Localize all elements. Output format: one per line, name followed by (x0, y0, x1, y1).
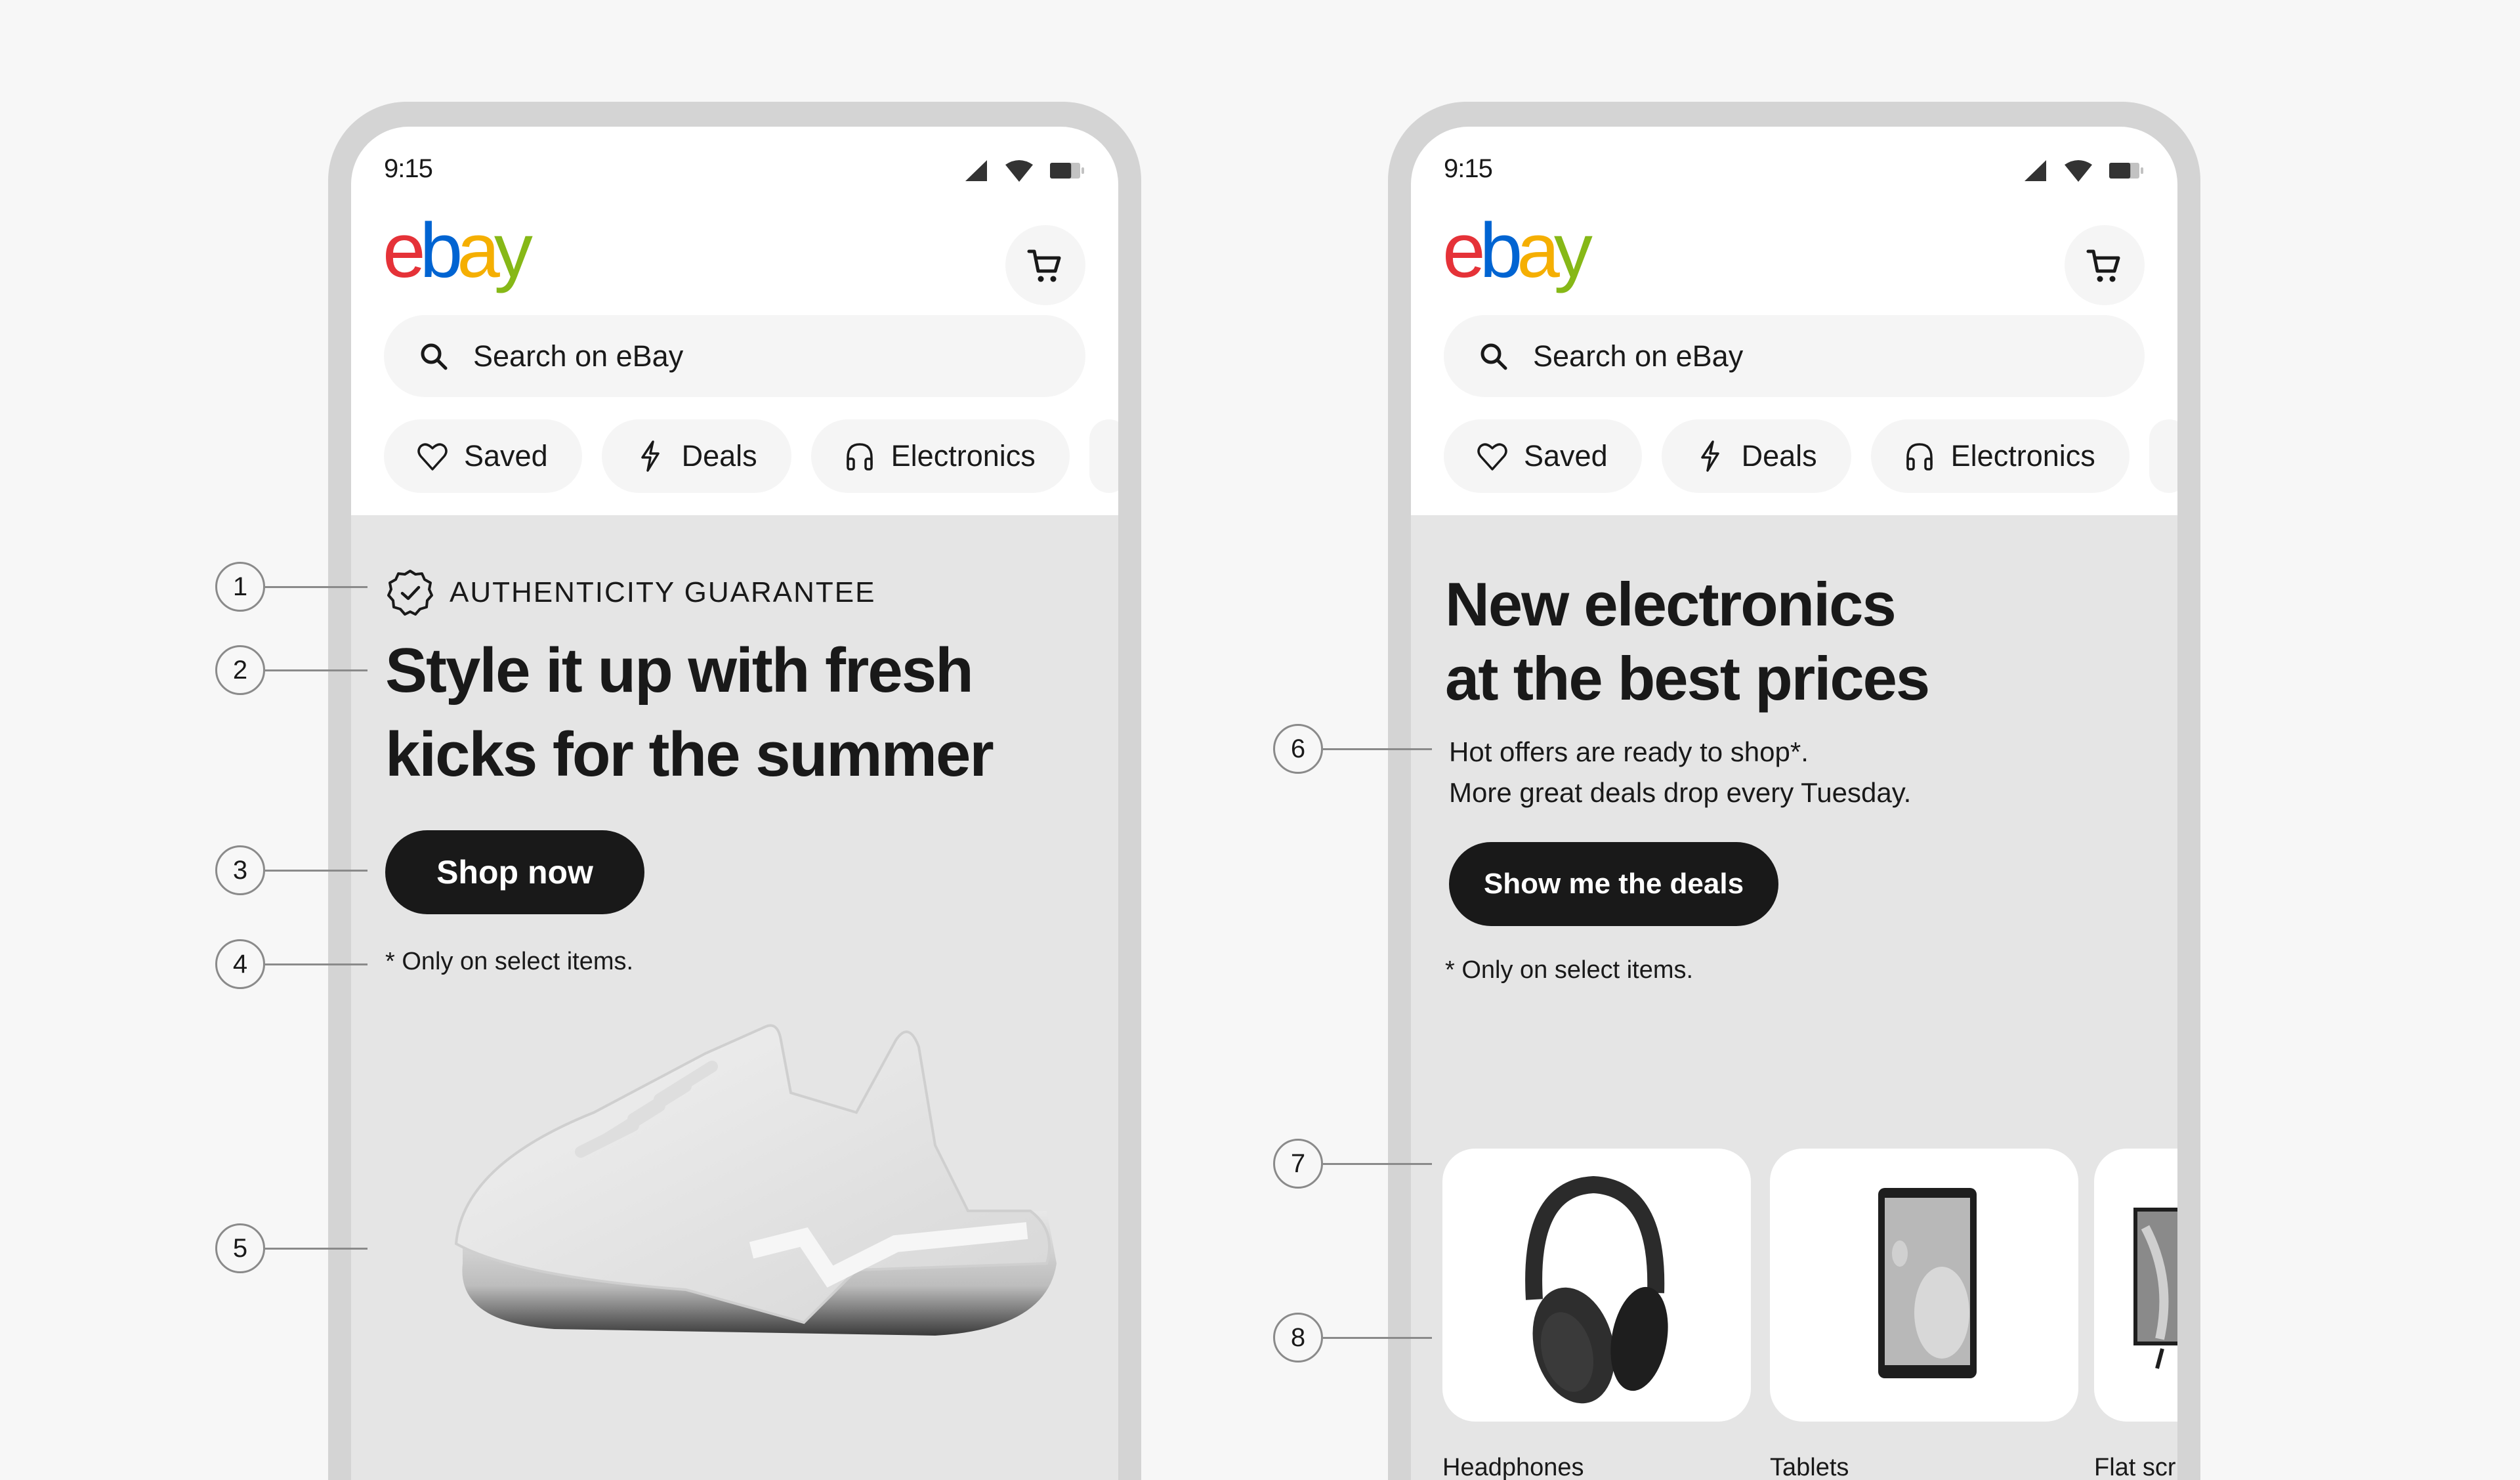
ebay-logo[interactable]: ebay (383, 207, 533, 294)
logo-letter-b: b (1479, 207, 1523, 294)
chip-saved[interactable]: Saved (1444, 419, 1642, 493)
callout-leader-3 (265, 870, 368, 872)
footnote: * Only on select items. (385, 948, 634, 975)
chip-label: Electronics (891, 439, 1036, 473)
chip-label: Electronics (1950, 439, 2095, 473)
hero-heading-line2: kicks for the summer (385, 719, 994, 790)
logo-letter-e: e (1442, 207, 1486, 294)
logo-letter-b: b (419, 207, 463, 294)
wifi-icon (1005, 160, 1033, 182)
callout-marker-1: 1 (215, 562, 265, 612)
callout-marker-2: 2 (215, 645, 265, 695)
search-placeholder: Search on eBay (1533, 339, 1744, 373)
chip-deals[interactable]: Deals (1661, 419, 1851, 493)
tablet-image (1878, 1188, 1977, 1378)
callout-leader-7 (1323, 1163, 1432, 1165)
logo-letter-y: y (1553, 207, 1593, 294)
logo-letter-a: a (457, 207, 500, 294)
product-tile-tablets[interactable] (1770, 1149, 2078, 1422)
cellular-signal-icon (2025, 160, 2046, 181)
app-header: 9:15 ebay Search on eBay Saved Deals Ele… (351, 127, 1118, 515)
hero-heading-line1: New electronics (1445, 570, 1897, 639)
logo-letter-e: e (383, 207, 426, 294)
callout-marker-4: 4 (215, 939, 265, 989)
chip-label: Saved (464, 439, 548, 473)
chip-more[interactable] (1089, 419, 1118, 493)
cart-icon (2086, 249, 2120, 282)
phone-frame-left: 9:15 ebay Search on eBay Saved Deals Ele… (328, 102, 1141, 1480)
hero-banner-sneakers: AUTHENTICITY GUARANTEE Style it up with … (351, 515, 1118, 1480)
hero-subtext-line1: Hot offers are ready to shop*. (1449, 736, 1809, 767)
status-time: 9:15 (1444, 154, 1493, 183)
battery-icon (1050, 163, 1084, 179)
chip-row: Saved Deals Electronics (1444, 419, 2177, 493)
chip-electronics[interactable]: Electronics (810, 419, 1070, 493)
callout-leader-1 (265, 586, 368, 588)
status-time: 9:15 (384, 154, 433, 183)
product-tile-flat-screen[interactable] (2094, 1149, 2177, 1422)
cart-button[interactable] (1005, 225, 1085, 305)
heart-icon (417, 443, 448, 471)
lightning-icon (1700, 440, 1719, 472)
status-icons (2023, 158, 2145, 183)
chip-row: Saved Deals Electronics (384, 419, 1118, 493)
wifi-icon (2065, 160, 2092, 182)
phone-screen-left: 9:15 ebay Search on eBay Saved Deals Ele… (351, 127, 1118, 1480)
search-icon (421, 343, 448, 370)
white-sneaker-image[interactable] (436, 1014, 1080, 1342)
shop-now-button[interactable]: Shop now (385, 830, 644, 914)
authenticity-eyebrow: AUTHENTICITY GUARANTEE (385, 568, 875, 618)
battery-icon (2109, 163, 2143, 179)
logo-letter-y: y (494, 207, 533, 294)
callout-leader-8 (1323, 1337, 1432, 1339)
cart-icon (1027, 249, 1061, 282)
phone-screen-right: 9:15 ebay Search on eBay Saved Deals Ele… (1411, 127, 2177, 1480)
callout-marker-7: 7 (1273, 1139, 1323, 1189)
footnote: * Only on select items. (1445, 956, 1694, 984)
chip-deals[interactable]: Deals (601, 419, 791, 493)
callout-leader-4 (265, 963, 368, 965)
hero-subtext-line2: More great deals drop every Tuesday. (1449, 777, 1912, 808)
callout-marker-3: 3 (215, 845, 265, 895)
logo-letter-a: a (1517, 207, 1560, 294)
callout-leader-6 (1323, 748, 1432, 750)
callout-marker-8: 8 (1273, 1313, 1323, 1363)
headphones-icon (1906, 443, 1933, 471)
cellular-signal-icon (965, 160, 987, 181)
tile-label-flat-screen[interactable]: Flat scr (2094, 1454, 2176, 1480)
heart-icon (1477, 443, 1507, 471)
product-tile-headphones[interactable] (1442, 1149, 1751, 1422)
hero-banner-electronics: New electronics at the best prices Hot o… (1411, 515, 2177, 1480)
app-header: 9:15 ebay Search on eBay Saved Deals Ele… (1411, 127, 2177, 515)
eyebrow-text: AUTHENTICITY GUARANTEE (450, 576, 876, 608)
tile-label-tablets[interactable]: Tablets (1770, 1454, 1849, 1480)
callout-leader-5 (265, 1248, 368, 1250)
tile-label-headphones[interactable]: Headphones (1442, 1454, 1584, 1480)
callout-marker-5: 5 (215, 1223, 265, 1273)
chip-more[interactable] (2149, 419, 2177, 493)
callout-marker-6: 6 (1273, 724, 1323, 774)
chip-saved[interactable]: Saved (384, 419, 582, 493)
hero-heading-line2: at the best prices (1445, 644, 1930, 713)
flat-screen-tv-image (2133, 1208, 2177, 1369)
callout-leader-2 (265, 669, 368, 671)
search-bar[interactable]: Search on eBay (1444, 315, 2145, 397)
lightning-icon (640, 440, 660, 472)
headphones-image (1525, 1175, 1668, 1404)
search-icon (1480, 343, 1507, 370)
search-bar[interactable]: Search on eBay (384, 315, 1085, 397)
chip-electronics[interactable]: Electronics (1870, 419, 2130, 493)
ebay-logo[interactable]: ebay (1442, 207, 1593, 294)
chip-label: Deals (1741, 439, 1817, 473)
verified-badge-icon (387, 570, 433, 616)
chip-label: Deals (681, 439, 757, 473)
show-deals-button[interactable]: Show me the deals (1449, 842, 1778, 926)
search-placeholder: Search on eBay (473, 339, 684, 373)
headphones-icon (846, 443, 873, 471)
phone-frame-right: 9:15 ebay Search on eBay Saved Deals Ele… (1388, 102, 2200, 1480)
hero-heading-line1: Style it up with fresh (385, 635, 974, 706)
status-icons (963, 158, 1085, 183)
chip-label: Saved (1524, 439, 1608, 473)
cart-button[interactable] (2065, 225, 2145, 305)
